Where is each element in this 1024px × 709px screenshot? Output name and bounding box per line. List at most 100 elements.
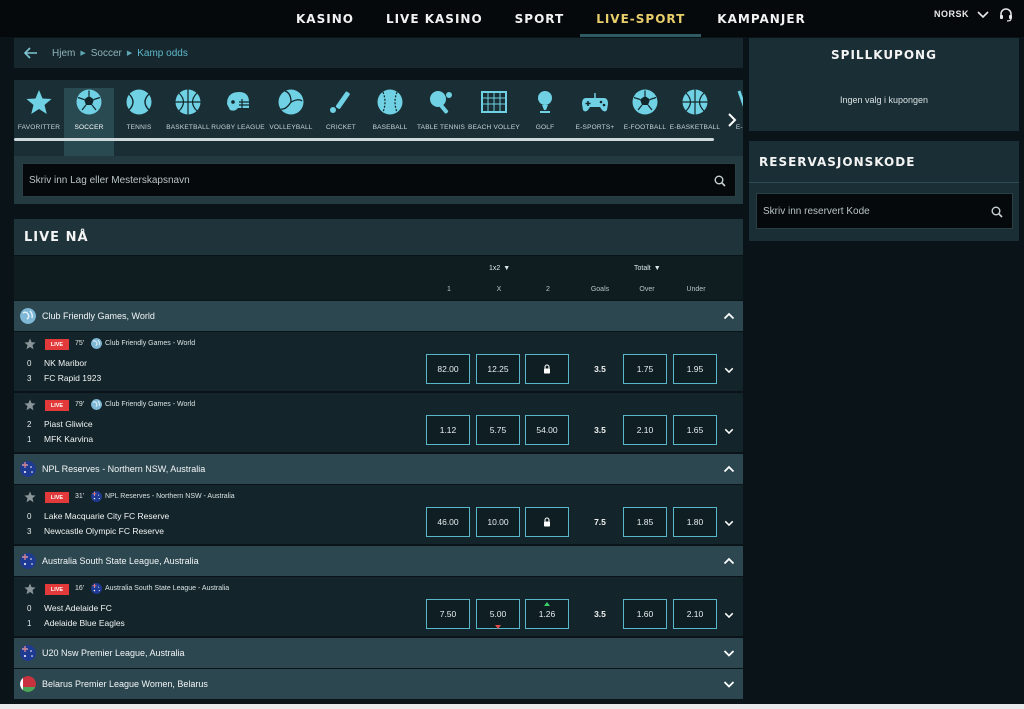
- chevron-down-icon[interactable]: [723, 610, 735, 620]
- flag-belarus-icon: [20, 676, 36, 692]
- goals-line: 3.5: [594, 609, 606, 619]
- chevron-down-icon[interactable]: [723, 365, 735, 375]
- chevron-up-icon[interactable]: [723, 463, 735, 475]
- market-1x2-label: 1x2: [489, 265, 501, 272]
- nav-live-kasino[interactable]: LIVE KASINO: [370, 0, 499, 37]
- sport-tab-label: CRICKET: [326, 124, 356, 131]
- search-area: [14, 156, 743, 204]
- home-team[interactable]: West Adelaide FC: [44, 603, 112, 613]
- away-score: 3: [27, 527, 32, 536]
- favorite-star-icon[interactable]: [24, 491, 36, 503]
- col-x: X: [496, 286, 502, 293]
- home-team[interactable]: Piast Gliwice: [44, 419, 93, 429]
- bet-slip-title: SPILLKUPONG: [831, 48, 937, 62]
- odd-under-button[interactable]: 1.95: [673, 354, 717, 384]
- odd-away-button[interactable]: [525, 354, 569, 384]
- lock-icon: [544, 517, 550, 527]
- flag-australia-icon: [20, 645, 36, 661]
- reservation-code-input[interactable]: [763, 205, 983, 217]
- odd-draw-button[interactable]: 12.25: [476, 354, 520, 384]
- crumb-soccer[interactable]: Soccer: [91, 48, 122, 59]
- headset-icon[interactable]: [998, 7, 1014, 23]
- odd-draw-button[interactable]: 5.75: [476, 415, 520, 445]
- odd-under-button[interactable]: 1.80: [673, 507, 717, 537]
- market-total-selector[interactable]: Totalt ▼: [634, 265, 661, 272]
- market-1x2-selector[interactable]: 1x2 ▼: [489, 265, 510, 272]
- live-badge: LIVE: [45, 400, 69, 411]
- league-header[interactable]: U20 Nsw Premier League, Australia: [14, 638, 743, 668]
- league-header[interactable]: Club Friendly Games, World: [14, 301, 743, 331]
- nav-kampanjer[interactable]: KAMPANJER: [701, 0, 821, 37]
- odd-over-button[interactable]: 2.10: [623, 415, 667, 445]
- away-team[interactable]: MFK Karvina: [44, 434, 93, 444]
- match-row: LIVE 16' Australia South State League - Au…: [14, 577, 743, 637]
- match-minute: 31': [75, 493, 85, 500]
- league-header[interactable]: Australia South State League, Australia: [14, 546, 743, 576]
- crumb-kamp-odds[interactable]: Kamp odds: [137, 48, 188, 59]
- odd-under-button[interactable]: 1.65: [673, 415, 717, 445]
- league-name: NPL Reserves - Northern NSW, Australia: [42, 464, 206, 474]
- away-team[interactable]: Adelaide Blue Eagles: [44, 618, 125, 628]
- chevron-down-icon[interactable]: [723, 647, 735, 659]
- search-icon[interactable]: [991, 206, 1003, 218]
- live-badge: LIVE: [45, 339, 69, 350]
- odd-home-button[interactable]: 7.50: [426, 599, 470, 629]
- home-team[interactable]: NK Maribor: [44, 358, 87, 368]
- nav-kasino[interactable]: KASINO: [280, 0, 370, 37]
- odd-over-button[interactable]: 1.60: [623, 599, 667, 629]
- chevron-down-icon[interactable]: [723, 678, 735, 690]
- caret-down-icon: ▼: [503, 265, 511, 272]
- chevron-up-icon[interactable]: [723, 555, 735, 567]
- basketball-icon: [175, 89, 201, 115]
- sport-tab-label: E-SPORTS+: [575, 124, 615, 131]
- col-goals: Goals: [590, 286, 610, 293]
- language-selector[interactable]: NORSK: [934, 0, 989, 28]
- search-icon[interactable]: [714, 175, 726, 187]
- odd-home-button[interactable]: 1.12: [426, 415, 470, 445]
- carousel-scrollbar[interactable]: [14, 138, 714, 141]
- odd-home-button[interactable]: 46.00: [426, 507, 470, 537]
- top-navigation: KASINO LIVE KASINO SPORT LIVE-SPORT KAMP…: [0, 0, 1024, 37]
- favorite-star-icon[interactable]: [24, 338, 36, 350]
- chevron-up-icon[interactable]: [723, 310, 735, 322]
- home-team[interactable]: Lake Macquarie City FC Reserve: [44, 511, 169, 521]
- flag-australia-icon: [20, 461, 36, 477]
- odd-under-button[interactable]: 2.10: [673, 599, 717, 629]
- crumb-home[interactable]: Hjem: [52, 48, 75, 59]
- odd-over-button[interactable]: 1.75: [623, 354, 667, 384]
- chevron-down-icon[interactable]: [723, 426, 735, 436]
- main-column: Hjem ▶ Soccer ▶ Kamp odds E-ICEE-BASKETB…: [14, 38, 743, 704]
- nav-sport[interactable]: SPORT: [499, 0, 581, 37]
- search-input[interactable]: [29, 174, 699, 186]
- away-team[interactable]: FC Rapid 1923: [44, 373, 101, 383]
- odd-draw-button[interactable]: 10.00: [476, 507, 520, 537]
- nav-live-sport[interactable]: LIVE-SPORT: [580, 0, 702, 37]
- search-box: [22, 163, 736, 197]
- chevron-right-icon[interactable]: [726, 110, 738, 130]
- live-badge: LIVE: [45, 492, 69, 503]
- league-header[interactable]: NPL Reserves - Northern NSW, Australia: [14, 454, 743, 484]
- back-arrow-icon[interactable]: [24, 47, 38, 59]
- odd-away-button[interactable]: 54.00: [525, 415, 569, 445]
- odd-home-button[interactable]: 82.00: [426, 354, 470, 384]
- volleyball-icon: [278, 89, 304, 115]
- crumb-separator-icon: ▶: [80, 50, 86, 57]
- basketball-icon: [682, 89, 708, 115]
- league-name: Australia South State League, Australia: [42, 556, 199, 566]
- sport-tab-label: VOLLEYBALL: [269, 124, 313, 131]
- odds-down-indicator: [495, 625, 501, 629]
- cricket-bat-icon: [330, 91, 350, 113]
- odd-over-button[interactable]: 1.85: [623, 507, 667, 537]
- chevron-down-icon: [977, 11, 989, 19]
- favorite-star-icon[interactable]: [24, 583, 36, 595]
- league-header[interactable]: Belarus Premier League Women, Belarus: [14, 669, 743, 699]
- favorite-star-icon[interactable]: [24, 399, 36, 411]
- match-competition: NPL Reserves - Northern NSW - Australia: [105, 493, 235, 500]
- odd-away-button[interactable]: [525, 507, 569, 537]
- league-name: Belarus Premier League Women, Belarus: [42, 679, 208, 689]
- away-team[interactable]: Newcastle Olympic FC Reserve: [44, 526, 164, 536]
- home-score: 0: [27, 359, 32, 368]
- league-name: Club Friendly Games, World: [42, 311, 155, 321]
- match-competition: Club Friendly Games - World: [105, 340, 196, 347]
- chevron-down-icon[interactable]: [723, 518, 735, 528]
